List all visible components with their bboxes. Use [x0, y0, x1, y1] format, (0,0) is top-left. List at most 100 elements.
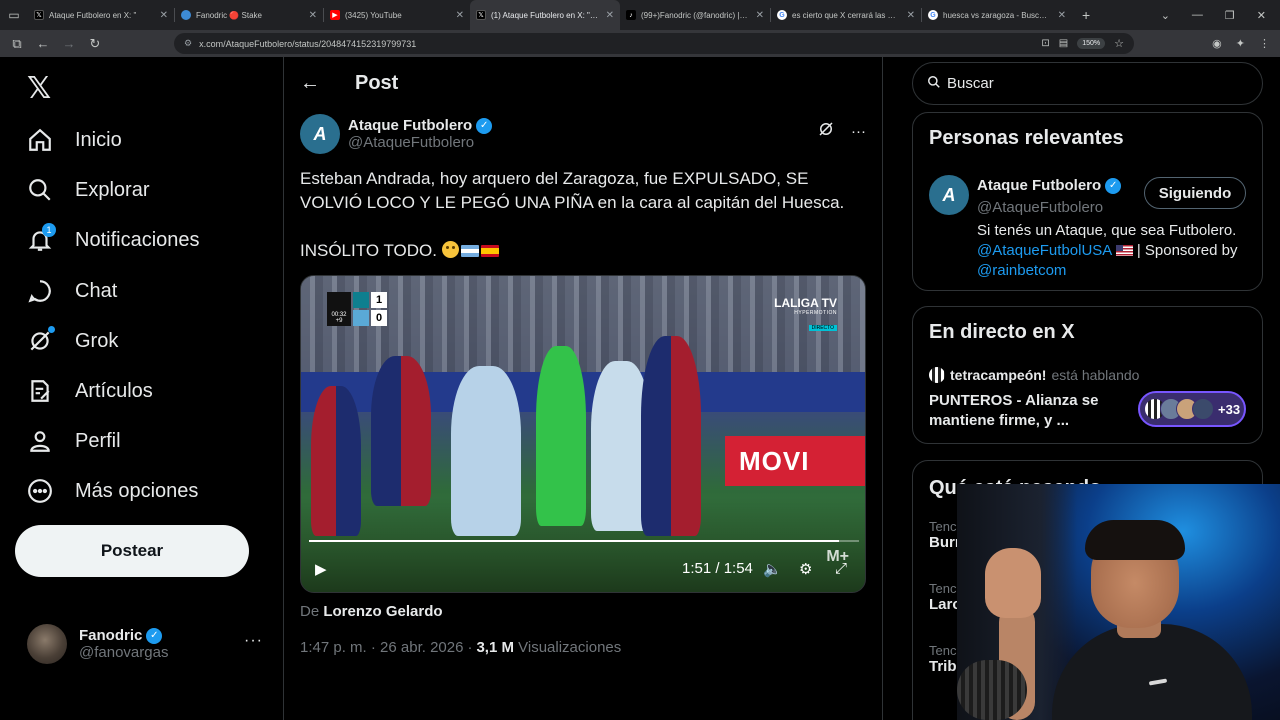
minimize-icon[interactable]: — [1192, 9, 1203, 21]
verified-badge-icon: ✓ [146, 627, 163, 644]
author-name[interactable]: Ataque Futbolero [348, 117, 472, 134]
card-title: Personas relevantes [929, 127, 1124, 149]
microphone [957, 660, 1027, 720]
nav-item-perfil[interactable]: Perfil [27, 421, 121, 461]
new-tab-icon[interactable]: + [1082, 7, 1090, 23]
author-handle[interactable]: @AtaqueFutbolero [348, 134, 492, 151]
search-icon [927, 75, 941, 92]
post-paragraph: INSÓLITO TODO. [300, 239, 866, 263]
settings-gear-icon[interactable]: ⚙ [799, 560, 812, 578]
host-name: tetracampeón! [950, 367, 1047, 383]
site-info-icon[interactable]: ⚙ [184, 38, 192, 49]
close-window-icon[interactable]: ✕ [1257, 9, 1266, 22]
zoom-level[interactable]: 150% [1077, 38, 1106, 49]
restore-icon[interactable]: ❐ [1225, 9, 1235, 22]
bio-text: | Sponsored by [1136, 242, 1238, 259]
relevant-people-card: Personas relevantes A Ataque Futbolero ✓ … [912, 112, 1263, 291]
google-favicon-icon: G [928, 10, 938, 20]
space-listeners[interactable]: +33 [1138, 391, 1246, 427]
browser-tab[interactable]: ▶ (3425) YouTube ✕ [324, 0, 470, 30]
nav-item-articulos[interactable]: Artículos [27, 371, 153, 411]
browser-tab[interactable]: 𝕏 Ataque Futbolero en X: " ✕ [28, 0, 174, 30]
x-logo-icon[interactable]: 𝕏 [27, 71, 51, 106]
browser-tab[interactable]: G es cierto que X cerrará las Com ✕ [771, 0, 921, 30]
browser-tab[interactable]: Fanodric 🔴 Stake ✕ [175, 0, 323, 30]
install-app-icon[interactable]: ⊡ [1041, 38, 1049, 49]
post-metadata: 1:47 p. m. · 26 abr. 2026 · 3,1 M Visualiz… [300, 639, 622, 656]
tiktok-favicon-icon: ♪ [626, 10, 636, 20]
account-switcher[interactable]: Fanodric ✓ @fanovargas ··· [27, 622, 267, 666]
trend-name: Trib [929, 658, 957, 675]
video-progress-bar[interactable] [309, 540, 859, 542]
close-tab-icon[interactable]: ✕ [456, 10, 464, 21]
close-tab-icon[interactable]: ✕ [160, 10, 168, 21]
browser-tab[interactable]: ♪ (99+)Fanodric (@fanodric) | Tik ✕ [620, 0, 770, 30]
extensions-icon[interactable]: ✦ [1236, 37, 1245, 50]
reader-icon[interactable]: ▤ [1059, 38, 1068, 49]
close-tab-icon[interactable]: ✕ [1058, 10, 1066, 21]
grok-explain-icon[interactable] [817, 120, 835, 142]
forward-icon[interactable]: → [58, 33, 80, 55]
video-frame-player [451, 366, 521, 536]
grok-icon [27, 326, 55, 354]
post-header: ← Post [284, 57, 882, 110]
following-button[interactable]: Siguiendo [1144, 177, 1246, 209]
address-bar[interactable]: ⚙ x.com/AtaqueFutbolero/status/204847415… [174, 33, 1134, 54]
nav-label: Grok [75, 329, 119, 352]
close-tab-icon[interactable]: ✕ [309, 10, 317, 21]
tab-search-icon[interactable]: ▭ [0, 0, 28, 30]
post-text: Esteban Andrada, hoy arquero del Zaragoz… [300, 167, 866, 287]
nav-item-mas-opciones[interactable]: Más opciones [27, 471, 198, 511]
back-icon[interactable]: ← [32, 33, 54, 55]
nav-item-grok[interactable]: Grok [27, 321, 118, 361]
chat-icon [27, 278, 53, 304]
bio-mention-link[interactable]: @rainbetcom [977, 262, 1066, 279]
broadcaster-name: LALIGA TV [774, 296, 837, 310]
trend-item[interactable]: Tenc Trib [929, 643, 957, 675]
bookmark-star-icon[interactable]: ☆ [1114, 37, 1124, 50]
post-more-icon[interactable]: ··· [851, 123, 866, 140]
space-title[interactable]: PUNTEROS - Alianza se mantiene firme, y … [929, 391, 1119, 431]
close-tab-icon[interactable]: ✕ [907, 10, 915, 21]
space-host[interactable]: tetracampeón! está hablando [929, 367, 1139, 383]
account-more-icon[interactable]: ··· [244, 632, 263, 650]
back-arrow-icon[interactable]: ← [300, 72, 324, 95]
added-time: +9 [335, 318, 343, 324]
browser-menu-icon[interactable]: ⋮ [1259, 37, 1270, 50]
close-tab-icon[interactable]: ✕ [606, 10, 614, 21]
sidebar-toggle-icon[interactable]: ⧉ [6, 33, 28, 55]
verified-badge-icon: ✓ [476, 117, 493, 134]
bio-mention-link[interactable]: @AtaqueFutbolUSA [977, 242, 1111, 259]
nav-item-inicio[interactable]: Inicio [27, 120, 122, 160]
post-timestamp[interactable]: 1:47 p. m. · 26 abr. 2026 [300, 639, 463, 656]
browser-tab[interactable]: G huesca vs zaragoza - Buscar co ✕ [922, 0, 1072, 30]
broadcaster-logo: LALIGA TV HYPERMOTION DIRECTO [774, 296, 837, 334]
window-controls: ⌄ — ❐ ✕ [1161, 0, 1280, 30]
reload-icon[interactable]: ↻ [84, 33, 106, 55]
nav-item-explorar[interactable]: Explorar [27, 170, 149, 210]
attribution-name[interactable]: Lorenzo Gelardo [323, 603, 442, 620]
play-icon[interactable]: ▶ [315, 560, 327, 578]
home-icon [27, 127, 53, 153]
search-input[interactable]: Buscar [912, 62, 1263, 105]
away-crest-icon [353, 310, 369, 326]
left-navigation: 𝕏 Inicio Explorar 1 Notificaciones Chat … [0, 57, 283, 720]
relevant-handle[interactable]: @AtaqueFutbolero [977, 199, 1103, 216]
video-player[interactable]: MOVI 00:32 +9 1 0 LALIGA TV HYPERMOTION D… [300, 275, 866, 593]
trend-item[interactable]: Tenc Larc [929, 581, 961, 613]
author-avatar[interactable]: A [929, 175, 969, 215]
author-avatar[interactable]: A [300, 114, 340, 154]
nav-item-notificaciones[interactable]: 1 Notificaciones [27, 220, 200, 260]
account-icon[interactable]: ◉ [1212, 37, 1222, 50]
search-placeholder: Buscar [947, 75, 994, 92]
nav-item-chat[interactable]: Chat [27, 271, 117, 311]
notification-badge: 1 [42, 223, 56, 237]
post-button[interactable]: Postear [15, 525, 249, 577]
tab-list-chevron-icon[interactable]: ⌄ [1161, 9, 1170, 22]
browser-tab-active[interactable]: 𝕏 (1) Ataque Futbolero en X: "Este ✕ [470, 0, 620, 30]
close-tab-icon[interactable]: ✕ [756, 10, 764, 21]
tab-title: Fanodric 🔴 Stake [196, 10, 262, 20]
relevant-name[interactable]: Ataque Futbolero [977, 177, 1101, 194]
webcam-streamer-hair [1085, 520, 1185, 560]
volume-icon[interactable]: 🔈 [763, 560, 782, 578]
